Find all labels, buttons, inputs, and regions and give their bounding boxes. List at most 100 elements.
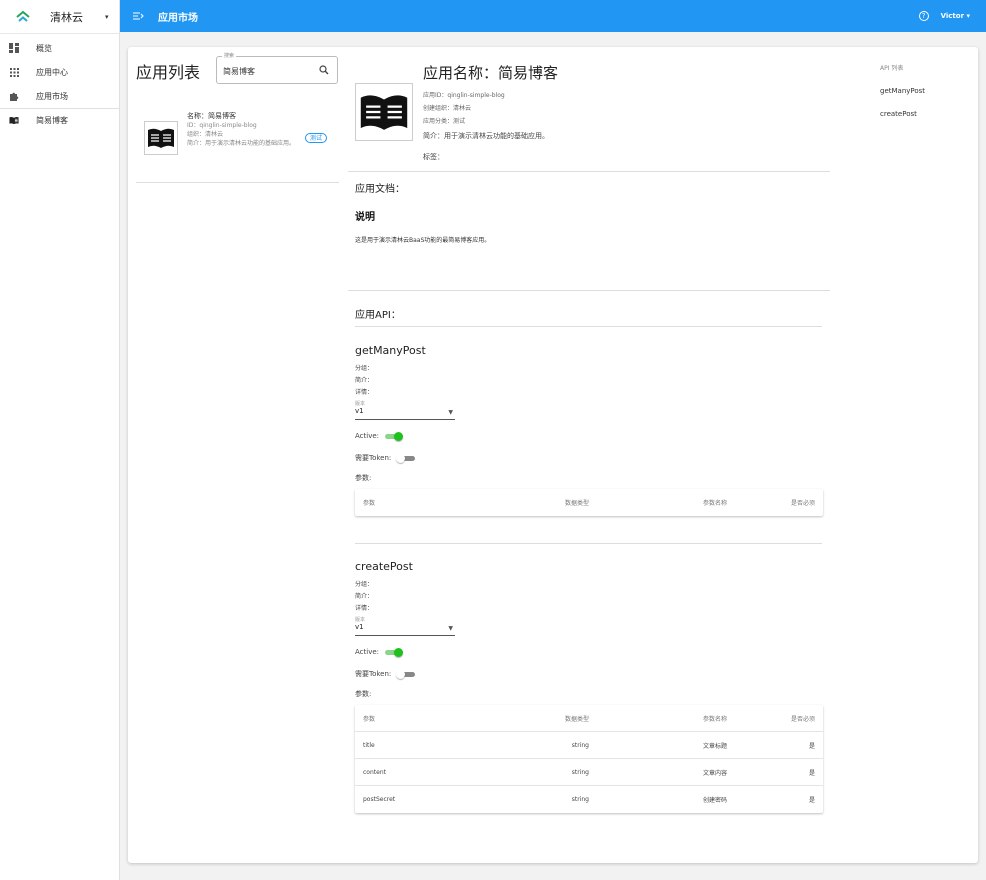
sidebar-item-app-center[interactable]: 应用中心: [0, 60, 119, 84]
search-value: 简易博客: [223, 67, 255, 76]
sidebar: 清林云 ▾ 概览 应用中心 应用市场 简易博客: [0, 0, 120, 880]
menu-collapse-icon[interactable]: [132, 10, 144, 22]
sidebar-item-label: 应用市场: [36, 91, 68, 101]
api-detail: 详情：: [355, 389, 374, 396]
app-meta: 名称：简易博客 ID：qinglin-simple-blog 组织：清林云 简介…: [187, 112, 297, 148]
token-toggle-row: 需要Token:: [355, 668, 823, 680]
sidebar-item-overview[interactable]: 概览: [0, 36, 119, 60]
column-header[interactable]: 参数名称: [589, 498, 727, 507]
chevron-down-icon: ▼: [448, 409, 453, 416]
app-id: 应用ID：qinglin-simple-blog: [423, 92, 505, 99]
table-cell: 是: [808, 742, 815, 750]
app-title: 应用名称：简易博客: [423, 64, 559, 82]
api-list-nav: API 列表 getManyPost createPost: [880, 63, 925, 118]
column-header[interactable]: 数据类型: [515, 498, 589, 507]
api-name: createPost: [355, 560, 413, 573]
doc-heading: 说明: [355, 212, 375, 223]
book-icon: [360, 95, 408, 130]
column-header[interactable]: 数据类型: [515, 714, 589, 723]
brand-name: 清林云: [50, 10, 83, 24]
table-row: title string 文章标题 是: [355, 732, 823, 759]
apps-grid-icon: [9, 67, 19, 77]
version-label: 版本: [355, 401, 366, 407]
doc-text: 这是用于演示清林云BaaS功能的最简易博客应用。: [355, 237, 491, 244]
active-label: Active:: [355, 648, 380, 656]
column-header[interactable]: 参数: [355, 498, 515, 507]
divider: [355, 543, 822, 544]
table-row: content string 文章内容 是: [355, 759, 823, 786]
version-label: 版本: [355, 617, 366, 623]
table-cell: title: [363, 741, 375, 749]
table-cell: content: [363, 768, 386, 776]
active-toggle[interactable]: [385, 648, 404, 657]
sidebar-header[interactable]: 清林云 ▾: [0, 0, 119, 34]
token-label: 需要Token:: [355, 454, 392, 462]
main-card: 应用列表 搜索 简易博客 名称：简易博客 ID：qinglin-simple-b…: [128, 47, 978, 863]
search-input[interactable]: 搜索 简易博客: [216, 52, 338, 84]
table-cell: 是: [808, 797, 815, 804]
api-nav-heading: API 列表: [880, 65, 904, 72]
table-cell: string: [571, 741, 589, 749]
user-name: Victor: [940, 12, 965, 20]
app-category: 应用分类：测试: [423, 118, 466, 125]
api-nav-link[interactable]: createPost: [880, 110, 925, 118]
app-org: 创建组织：清林云: [423, 105, 472, 112]
active-toggle-row: Active:: [355, 646, 823, 658]
puzzle-icon: [9, 91, 19, 101]
token-label: 需要Token:: [355, 670, 392, 678]
column-header[interactable]: 参数名称: [589, 714, 727, 723]
chevron-down-icon: ▼: [448, 625, 453, 632]
api-group: 分组：: [355, 365, 374, 372]
app-list-item[interactable]: 名称：简易博客 ID：qinglin-simple-blog 组织：清林云 简介…: [136, 105, 339, 183]
app-org: 组织：清林云: [187, 131, 224, 138]
api-block: createPost 分组： 简介： 详情： 版本 v1 ▼ Active: 需…: [355, 560, 823, 813]
search-icon[interactable]: [319, 65, 329, 75]
app-thumbnail: [355, 83, 413, 141]
app-info: 应用ID：qinglin-simple-blog 创建组织：清林云 应用分类：测…: [423, 89, 505, 128]
column-header[interactable]: 是否必须: [727, 498, 815, 507]
active-label: Active:: [355, 432, 380, 440]
sidebar-item-app-market[interactable]: 应用市场: [0, 84, 119, 108]
api-block: getManyPost 分组： 简介： 详情： 版本 v1 ▼ Active: …: [355, 344, 823, 516]
table-row: postSecret string 创建密码 是: [355, 786, 823, 813]
params-label: 参数:: [355, 690, 372, 698]
params-table: 参数 数据类型 参数名称 是否必须 title string 文章标题 是 co…: [355, 705, 823, 813]
version-value: v1: [355, 623, 364, 631]
sidebar-item-simple-blog[interactable]: 简易博客: [0, 108, 119, 132]
sidebar-item-label: 概览: [36, 43, 52, 53]
app-thumbnail: [144, 121, 178, 155]
api-name: getManyPost: [355, 344, 426, 357]
active-toggle[interactable]: [385, 432, 404, 441]
sidebar-item-label: 应用中心: [36, 67, 68, 77]
table-header: 参数 数据类型 参数名称 是否必须: [355, 705, 823, 732]
table-cell: string: [571, 768, 589, 776]
search-label: 搜索: [222, 52, 237, 59]
params-table: 参数 数据类型 参数名称 是否必须: [355, 489, 823, 516]
app-list-title: 应用列表: [136, 63, 201, 82]
api-detail: 详情：: [355, 605, 374, 612]
version-value: v1: [355, 407, 364, 415]
token-toggle[interactable]: [396, 454, 416, 463]
table-cell: string: [571, 796, 589, 803]
top-app-bar: 应用市场 ? Victor ▾: [120, 0, 986, 32]
page-title: 应用市场: [158, 12, 198, 24]
column-header[interactable]: 参数: [355, 714, 515, 723]
active-toggle-row: Active:: [355, 430, 823, 442]
chevron-down-icon[interactable]: ▾: [105, 13, 109, 21]
app-description: 简介：用于演示清林云功能的基础应用。: [423, 132, 549, 140]
help-icon[interactable]: ?: [918, 11, 929, 21]
api-nav-link[interactable]: getManyPost: [880, 87, 925, 95]
table-cell: 是: [808, 769, 815, 777]
token-toggle[interactable]: [396, 670, 416, 679]
status-badge: 测试: [305, 133, 328, 143]
api-section-title: 应用API：: [355, 310, 401, 321]
version-select[interactable]: v1 ▼: [355, 623, 455, 636]
api-brief: 简介：: [355, 593, 374, 600]
version-select[interactable]: v1 ▼: [355, 407, 455, 420]
column-header[interactable]: 是否必须: [727, 714, 815, 723]
table-cell: 文章标题: [702, 742, 727, 750]
table-cell: 创建密码: [702, 797, 727, 804]
user-menu[interactable]: Victor ▾: [941, 12, 970, 20]
book-icon: [148, 128, 174, 148]
logo-icon: [16, 10, 30, 24]
